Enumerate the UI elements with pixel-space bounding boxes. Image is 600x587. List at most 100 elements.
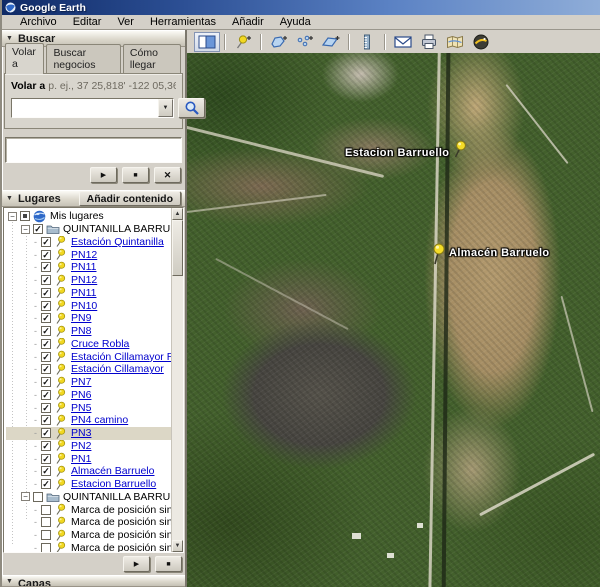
- tree-item-label[interactable]: PN4 camino: [71, 414, 128, 426]
- pushpin-icon[interactable]: [430, 243, 446, 272]
- add-polygon-button[interactable]: [266, 32, 292, 52]
- item-checkbox[interactable]: ✓: [41, 352, 51, 362]
- tree-item-label[interactable]: PN11: [71, 287, 97, 299]
- item-checkbox[interactable]: ✓: [41, 479, 51, 489]
- tree-item-label[interactable]: Cruce Robla: [71, 338, 129, 350]
- tree-item-label[interactable]: PN8: [71, 325, 91, 337]
- tree-item[interactable]: -✓PN10: [6, 299, 171, 312]
- tree-item-label[interactable]: Marca de posición sin título: [71, 542, 171, 552]
- item-checkbox[interactable]: ✓: [41, 301, 51, 311]
- tree-item[interactable]: -✓PN3: [6, 427, 171, 440]
- item-checkbox[interactable]: [41, 530, 51, 540]
- item-checkbox[interactable]: ✓: [41, 275, 51, 285]
- tree-item-label[interactable]: Estación Cillamayor: [71, 363, 164, 375]
- item-checkbox[interactable]: [33, 492, 43, 502]
- item-checkbox[interactable]: ✓: [33, 224, 43, 234]
- item-checkbox[interactable]: ✓: [41, 403, 51, 413]
- tree-item-label[interactable]: Almacén Barruelo: [71, 465, 154, 477]
- email-button[interactable]: [390, 32, 416, 52]
- item-checkbox[interactable]: ✓: [41, 377, 51, 387]
- menu-item-ver[interactable]: Ver: [109, 16, 142, 28]
- ruler-button[interactable]: [354, 32, 380, 52]
- tree-scrollbar[interactable]: ▲ ▼: [171, 208, 183, 552]
- add-path-button[interactable]: [292, 32, 318, 52]
- tree-item[interactable]: −Mis lugares: [6, 210, 171, 223]
- item-checkbox[interactable]: [20, 211, 30, 221]
- search-results-list[interactable]: [5, 137, 182, 163]
- tree-item[interactable]: -✓PN12: [6, 274, 171, 287]
- tree-item-label[interactable]: PN5: [71, 402, 91, 414]
- print-button[interactable]: [416, 32, 442, 52]
- search-button[interactable]: [178, 98, 205, 118]
- tree-item-label[interactable]: Estación Cillamayor Robla: [71, 351, 171, 363]
- item-checkbox[interactable]: ✓: [41, 237, 51, 247]
- item-checkbox[interactable]: ✓: [41, 250, 51, 260]
- item-checkbox[interactable]: ✓: [41, 313, 51, 323]
- earth-view-button[interactable]: [468, 32, 494, 52]
- scrollbar-track[interactable]: [172, 220, 183, 540]
- tree-item[interactable]: -✓PN1: [6, 452, 171, 465]
- tree-item-label[interactable]: PN3: [71, 427, 91, 439]
- item-checkbox[interactable]: ✓: [41, 428, 51, 438]
- stop-tour-button[interactable]: ■: [122, 167, 149, 183]
- tab-volar-a[interactable]: Volar a: [5, 43, 44, 74]
- item-checkbox[interactable]: ✓: [41, 262, 51, 272]
- tree-item[interactable]: -✓PN4 camino: [6, 414, 171, 427]
- tree-item[interactable]: -✓Almacén Barruelo: [6, 465, 171, 478]
- satellite-map-view[interactable]: Estacion Barruello Almacén Barruelo: [187, 53, 600, 587]
- collapse-arrow-icon[interactable]: ▼: [6, 35, 13, 42]
- collapse-arrow-icon[interactable]: ▼: [6, 195, 13, 202]
- combobox-dropdown-button[interactable]: ▼: [158, 99, 173, 117]
- add-image-overlay-button[interactable]: [318, 32, 344, 52]
- item-checkbox[interactable]: ✓: [41, 288, 51, 298]
- collapse-arrow-icon[interactable]: ▼: [6, 578, 13, 585]
- menu-item-archivo[interactable]: Archivo: [12, 16, 65, 28]
- view-in-google-maps-button[interactable]: [442, 32, 468, 52]
- scroll-up-button[interactable]: ▲: [172, 208, 183, 220]
- tree-item-label[interactable]: PN12: [71, 274, 97, 286]
- tree-item[interactable]: -✓PN2: [6, 440, 171, 453]
- tree-item-label[interactable]: PN12: [71, 249, 97, 261]
- item-checkbox[interactable]: ✓: [41, 326, 51, 336]
- tree-item[interactable]: -✓PN8: [6, 325, 171, 338]
- item-checkbox[interactable]: [41, 517, 51, 527]
- tree-item-label[interactable]: PN6: [71, 389, 91, 401]
- tree-item[interactable]: −✓ QUINTANILLA BARRUELO NAMED: [6, 223, 171, 236]
- clear-results-button[interactable]: ✕: [154, 167, 181, 183]
- tree-item-label[interactable]: QUINTANILLA BARRUELO NAMED: [63, 223, 171, 235]
- scrollbar-thumb[interactable]: [172, 220, 183, 276]
- tree-item[interactable]: -✓Estación Quintanilla: [6, 236, 171, 249]
- tree-item[interactable]: -✓PN7: [6, 376, 171, 389]
- tab-como-llegar[interactable]: Cómo llegar: [123, 44, 181, 73]
- expander-icon[interactable]: −: [21, 225, 30, 234]
- item-checkbox[interactable]: ✓: [41, 441, 51, 451]
- tree-item[interactable]: -Marca de posición sin título: [6, 529, 171, 542]
- item-checkbox[interactable]: ✓: [41, 390, 51, 400]
- play-places-tour-button[interactable]: ▶: [123, 556, 150, 572]
- pushpin-icon[interactable]: [452, 140, 467, 165]
- tree-item-label[interactable]: Estacion Barruello: [71, 478, 156, 490]
- expander-icon[interactable]: −: [21, 492, 30, 501]
- expander-icon[interactable]: −: [8, 212, 17, 221]
- tree-item-label[interactable]: Estación Quintanilla: [71, 236, 164, 248]
- tree-item[interactable]: -✓Estacion Barruello: [6, 478, 171, 491]
- item-checkbox[interactable]: ✓: [41, 339, 51, 349]
- tree-item-label[interactable]: PN1: [71, 453, 91, 465]
- tree-item[interactable]: -✓PN6: [6, 389, 171, 402]
- placemark-almacen-barruelo[interactable]: Almacén Barruelo: [430, 233, 550, 272]
- tree-item-label[interactable]: QUINTANILLA BARRUELO SERIE: [63, 491, 171, 503]
- item-checkbox[interactable]: ✓: [41, 415, 51, 425]
- menu-item-herramientas[interactable]: Herramientas: [142, 16, 224, 28]
- item-checkbox[interactable]: [41, 543, 51, 552]
- tree-item-label[interactable]: PN2: [71, 440, 91, 452]
- tree-item-label[interactable]: PN10: [71, 300, 97, 312]
- tree-item-label[interactable]: Marca de posición sin título: [71, 516, 171, 528]
- stop-places-tour-button[interactable]: ■: [155, 556, 182, 572]
- item-checkbox[interactable]: ✓: [41, 364, 51, 374]
- item-checkbox[interactable]: [41, 505, 51, 515]
- tree-item[interactable]: -Marca de posición sin título: [6, 542, 171, 553]
- sidebar-toggle-button[interactable]: [194, 32, 220, 52]
- tree-item[interactable]: -Marca de posición sin título: [6, 516, 171, 529]
- tree-item-label[interactable]: PN9: [71, 312, 91, 324]
- tab-buscar-negocios[interactable]: Buscar negocios: [46, 44, 120, 73]
